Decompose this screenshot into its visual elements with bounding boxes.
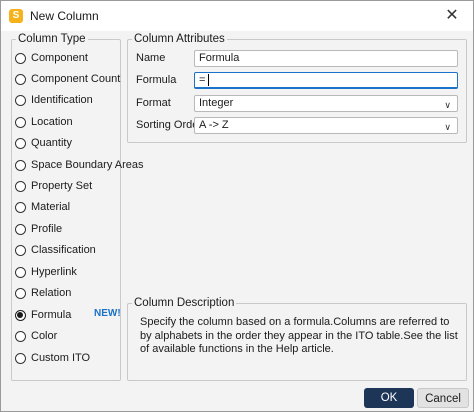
text-caret — [208, 74, 210, 87]
radio-label: Classification — [31, 244, 96, 256]
ok-button[interactable]: OK — [364, 388, 414, 408]
radio-custom-ito[interactable]: Custom ITO — [15, 350, 90, 366]
radio-label: Relation — [31, 287, 72, 299]
name-label: Name — [136, 52, 166, 64]
formula-label: Formula — [136, 74, 177, 86]
format-label: Format — [136, 97, 171, 109]
formula-field[interactable]: = — [194, 72, 458, 89]
radio-label: Formula — [31, 309, 72, 321]
name-value: Formula — [199, 52, 240, 64]
radio-button-icon[interactable] — [15, 330, 26, 342]
radio-button-icon[interactable] — [15, 94, 26, 106]
radio-property-set[interactable]: Property Set — [15, 178, 92, 194]
close-icon[interactable]: ✕ — [441, 5, 463, 27]
radio-label: Quantity — [31, 137, 72, 149]
radio-button-icon[interactable] — [15, 180, 26, 192]
radio-identification[interactable]: Identification — [15, 92, 93, 108]
radio-label: Hyperlink — [31, 266, 77, 278]
column-attributes-legend: Column Attributes — [132, 33, 227, 46]
app-icon: S — [9, 9, 23, 23]
radio-formula[interactable]: Formula — [15, 307, 71, 323]
radio-button-icon[interactable] — [15, 137, 26, 149]
radio-label: Component Count — [31, 73, 121, 85]
column-description-group: Column Description Specify the column ba… — [127, 297, 467, 381]
radio-button-icon[interactable] — [15, 244, 26, 256]
radio-button-icon[interactable] — [15, 116, 26, 128]
sorting-order-value: A -> Z — [199, 119, 229, 131]
radio-location[interactable]: Location — [15, 114, 73, 130]
radio-button-icon[interactable] — [15, 159, 26, 171]
column-type-legend: Column Type — [16, 33, 88, 46]
formula-value: = — [199, 74, 206, 86]
radio-color[interactable]: Color — [15, 328, 57, 344]
new-badge: NEW! — [94, 308, 121, 319]
column-description-legend: Column Description — [132, 297, 237, 310]
radio-label: Custom ITO — [31, 352, 91, 364]
radio-button-selected-icon[interactable] — [15, 309, 26, 321]
radio-button-icon[interactable] — [15, 223, 26, 235]
dialog-title: New Column — [30, 9, 99, 23]
title-bar: S New Column ✕ — [1, 1, 473, 31]
radio-hyperlink[interactable]: Hyperlink — [15, 264, 77, 280]
radio-button-icon[interactable] — [15, 352, 26, 364]
radio-label: Component — [31, 52, 88, 64]
column-type-group: Column Type Component Component Count Id… — [11, 33, 144, 381]
radio-label: Material — [31, 201, 71, 213]
radio-button-icon[interactable] — [15, 287, 26, 299]
new-column-dialog: S New Column ✕ Column Type Component Com… — [0, 0, 474, 412]
radio-label: Identification — [31, 94, 93, 106]
chevron-down-icon[interactable]: ∨ — [444, 120, 451, 135]
radio-button-icon[interactable] — [15, 201, 26, 213]
cancel-button[interactable]: Cancel — [417, 388, 469, 408]
column-attributes-group: Column Attributes Name Formula Formula =… — [127, 33, 467, 143]
radio-label: Property Set — [31, 180, 93, 192]
column-description-text: Specify the column based on a formula.Co… — [140, 316, 458, 355]
chevron-down-icon[interactable]: ∨ — [444, 98, 451, 113]
radio-component[interactable]: Component — [15, 50, 88, 66]
radio-profile[interactable]: Profile — [15, 221, 62, 237]
radio-classification[interactable]: Classification — [15, 242, 96, 258]
radio-label: Space Boundary Areas — [31, 159, 144, 171]
radio-label: Color — [31, 330, 58, 342]
radio-button-icon[interactable] — [15, 73, 26, 85]
format-select[interactable]: Integer ∨ — [194, 95, 458, 112]
radio-space-boundary-areas[interactable]: Space Boundary Areas — [15, 157, 144, 173]
radio-button-icon[interactable] — [15, 52, 26, 64]
radio-relation[interactable]: Relation — [15, 285, 71, 301]
radio-button-icon[interactable] — [15, 266, 26, 278]
radio-label: Location — [31, 116, 73, 128]
radio-material[interactable]: Material — [15, 199, 70, 215]
radio-quantity[interactable]: Quantity — [15, 135, 72, 151]
sorting-order-label: Sorting Order — [136, 119, 203, 131]
format-value: Integer — [199, 97, 234, 109]
sorting-order-select[interactable]: A -> Z ∨ — [194, 117, 458, 134]
radio-label: Profile — [31, 223, 63, 235]
name-field[interactable]: Formula — [194, 50, 458, 67]
radio-component-count[interactable]: Component Count — [15, 71, 120, 87]
